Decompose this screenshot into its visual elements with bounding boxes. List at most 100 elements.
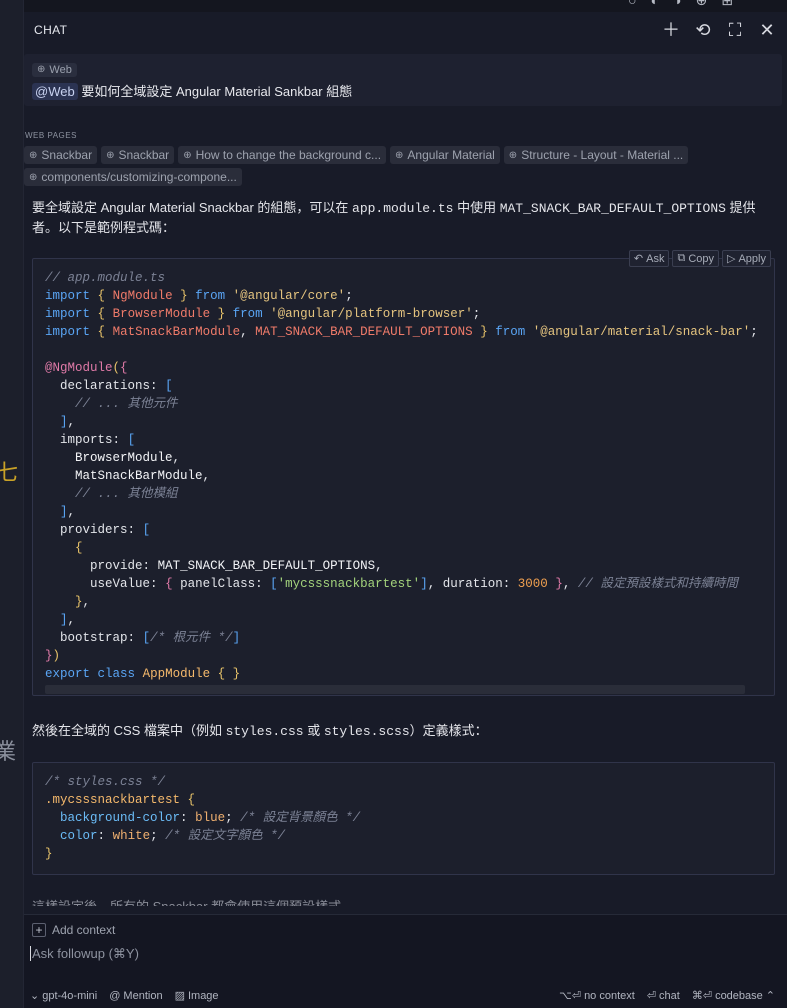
answer-text: 要全域設定 Angular Material Snackbar 的組態，可以在 xyxy=(32,200,353,215)
code-property: providers xyxy=(60,523,128,537)
query-text: 要如何全域設定 Angular Material Sankbar 組態 xyxy=(81,83,353,99)
code-identifier: BrowserModule xyxy=(112,307,211,321)
model-label: gpt-4o-mini xyxy=(42,989,98,1002)
web-page-title: Snackbar xyxy=(118,148,170,162)
globe-icon: ⊕ xyxy=(106,149,115,161)
apply-label: Apply xyxy=(738,252,766,265)
code-keyword: from xyxy=(232,307,263,321)
globe-icon: ⊕ xyxy=(29,171,38,183)
editor-glyph: 七 xyxy=(0,460,19,485)
globe-icon: ⊕ xyxy=(37,64,46,75)
code-property: duration xyxy=(442,577,503,591)
globe-icon: ⊕ xyxy=(183,149,192,161)
web-page-title: Snackbar xyxy=(41,148,93,162)
answer-text: 中使用 xyxy=(453,200,500,215)
web-mention: @Web xyxy=(32,82,78,100)
answer-text: ）定義樣式： xyxy=(409,723,488,738)
code-actions: ↶ Ask ⧉ Copy ▷ Apply xyxy=(628,250,771,267)
copy-button[interactable]: ⧉ Copy xyxy=(672,250,719,267)
code-identifier: MAT_SNACK_BAR_DEFAULT_OPTIONS xyxy=(157,559,376,573)
copy-label: Copy xyxy=(688,252,714,265)
mention-button[interactable]: @ Mention xyxy=(109,990,162,1002)
web-pages-label: WEB PAGES xyxy=(25,131,77,140)
code-keyword: from xyxy=(195,289,226,303)
css-property: background-color xyxy=(60,811,181,825)
add-context-button[interactable]: + Add context xyxy=(32,923,115,937)
code-identifier: BrowserModule xyxy=(75,451,173,465)
code-property: useValue xyxy=(90,577,151,591)
history-icon[interactable]: ⟲ xyxy=(693,20,713,40)
at-icon: @ xyxy=(109,989,121,1002)
model-selector[interactable]: ⌄ gpt-4o-mini xyxy=(30,989,98,1003)
no-context-label: no context xyxy=(584,989,635,1002)
web-page-chip[interactable]: ⊕ components/customizing-compone... xyxy=(24,168,242,186)
inline-code: app.module.ts xyxy=(352,201,454,216)
code-identifier: MAT_SNACK_BAR_DEFAULT_OPTIONS xyxy=(255,325,473,339)
web-chip: ⊕ Web xyxy=(32,62,77,77)
plus-icon: + xyxy=(32,923,46,937)
ask-button[interactable]: ↶ Ask xyxy=(628,250,670,267)
followup-input[interactable] xyxy=(30,946,770,961)
code-keyword: class xyxy=(97,667,136,681)
image-button[interactable]: ▨ Image xyxy=(174,989,219,1003)
web-chip-label: Web xyxy=(49,63,72,76)
globe-icon: ⊕ xyxy=(29,149,38,161)
mention-label: Mention xyxy=(123,989,163,1002)
shortcut-hint: ⏎ xyxy=(646,990,657,1002)
css-value: blue xyxy=(195,811,226,825)
code-string: '@angular/core' xyxy=(232,289,346,303)
new-chat-icon[interactable]: ＋ xyxy=(661,20,681,40)
web-page-chip[interactable]: ⊕ Snackbar xyxy=(24,146,98,164)
web-page-chip[interactable]: ⊕ Angular Material xyxy=(390,146,500,164)
web-pages-list: ⊕ Snackbar ⊕ Snackbar ⊕ How to change the b… xyxy=(24,146,764,186)
image-label: Image xyxy=(187,989,219,1002)
image-icon: ▨ xyxy=(174,990,185,1002)
maximize-icon[interactable]: ⛶ xyxy=(725,20,745,40)
code-comment: // 設定預設樣式和持續時間 xyxy=(577,577,738,591)
chevron-up-icon: ⌃ xyxy=(765,990,775,1002)
code-keyword: import xyxy=(45,325,91,339)
code-keyword: import xyxy=(45,289,91,303)
code-identifier: MatSnackBarModule xyxy=(75,469,203,483)
code-property: provide xyxy=(90,559,143,573)
globe-icon: ⊕ xyxy=(508,149,518,161)
code-identifier: NgModule xyxy=(112,289,173,303)
answer-intro: 要全域設定 Angular Material Snackbar 的組態，可以在 … xyxy=(32,198,777,237)
chevron-down-icon: ⌄ xyxy=(30,990,40,1002)
truncated-answer-text: 這樣設定後，所有的 Snackbar 都會使用這個預設樣式。 xyxy=(32,898,354,906)
code-keyword: from xyxy=(495,325,526,339)
inline-code: styles.scss xyxy=(323,724,410,739)
top-bar: ○◐◑⊕⊞ xyxy=(24,0,787,12)
web-page-chip[interactable]: ⊕ How to change the background c... xyxy=(178,146,387,164)
answer-text: 或 xyxy=(303,723,324,738)
code-property: imports xyxy=(60,433,113,447)
code-keyword: import xyxy=(45,307,91,321)
ask-label: Ask xyxy=(646,252,665,265)
horizontal-scrollbar[interactable] xyxy=(45,685,745,694)
shortcut-hint: ⌘⏎ xyxy=(691,990,713,1002)
chat-button[interactable]: ⏎ chat xyxy=(646,989,680,1003)
code-comment: /* 設定文字顏色 */ xyxy=(165,829,286,843)
code-comment: // ... 其他模組 xyxy=(75,487,178,501)
apply-button[interactable]: ▷ Apply xyxy=(722,250,771,267)
left-editor-strip: 七 業 xyxy=(0,0,24,1008)
editor-glyph: 業 xyxy=(0,739,17,764)
web-page-title: Structure - Layout - Material ... xyxy=(521,148,684,162)
close-icon[interactable]: ✕ xyxy=(757,20,777,40)
answer-mid: 然後在全域的 CSS 檔案中（例如 styles.css 或 styles.sc… xyxy=(32,720,488,739)
css-selector: .mycsssnackbartest xyxy=(45,793,181,807)
code-comment: // ... 其他元件 xyxy=(75,397,178,411)
copy-icon: ⧉ xyxy=(677,252,686,264)
web-page-chip[interactable]: ⊕ Snackbar xyxy=(101,146,175,164)
web-page-chip[interactable]: ⊕ Structure - Layout - Material ... xyxy=(503,146,689,164)
code-block-app-module: // app.module.ts import { NgModule } fro… xyxy=(32,258,775,696)
codebase-button[interactable]: ⌘⏎ codebase ⌃ xyxy=(691,989,775,1003)
code-identifier: AppModule xyxy=(142,667,211,681)
inline-code: styles.css xyxy=(225,724,304,739)
code-property: panelClass xyxy=(180,577,256,591)
chat-label: chat xyxy=(659,989,680,1002)
no-context-button[interactable]: ⌥⏎ no context xyxy=(559,989,635,1003)
code-keyword: export xyxy=(45,667,91,681)
code-comment: /* 設定背景顏色 */ xyxy=(240,811,361,825)
css-property: color xyxy=(60,829,98,843)
